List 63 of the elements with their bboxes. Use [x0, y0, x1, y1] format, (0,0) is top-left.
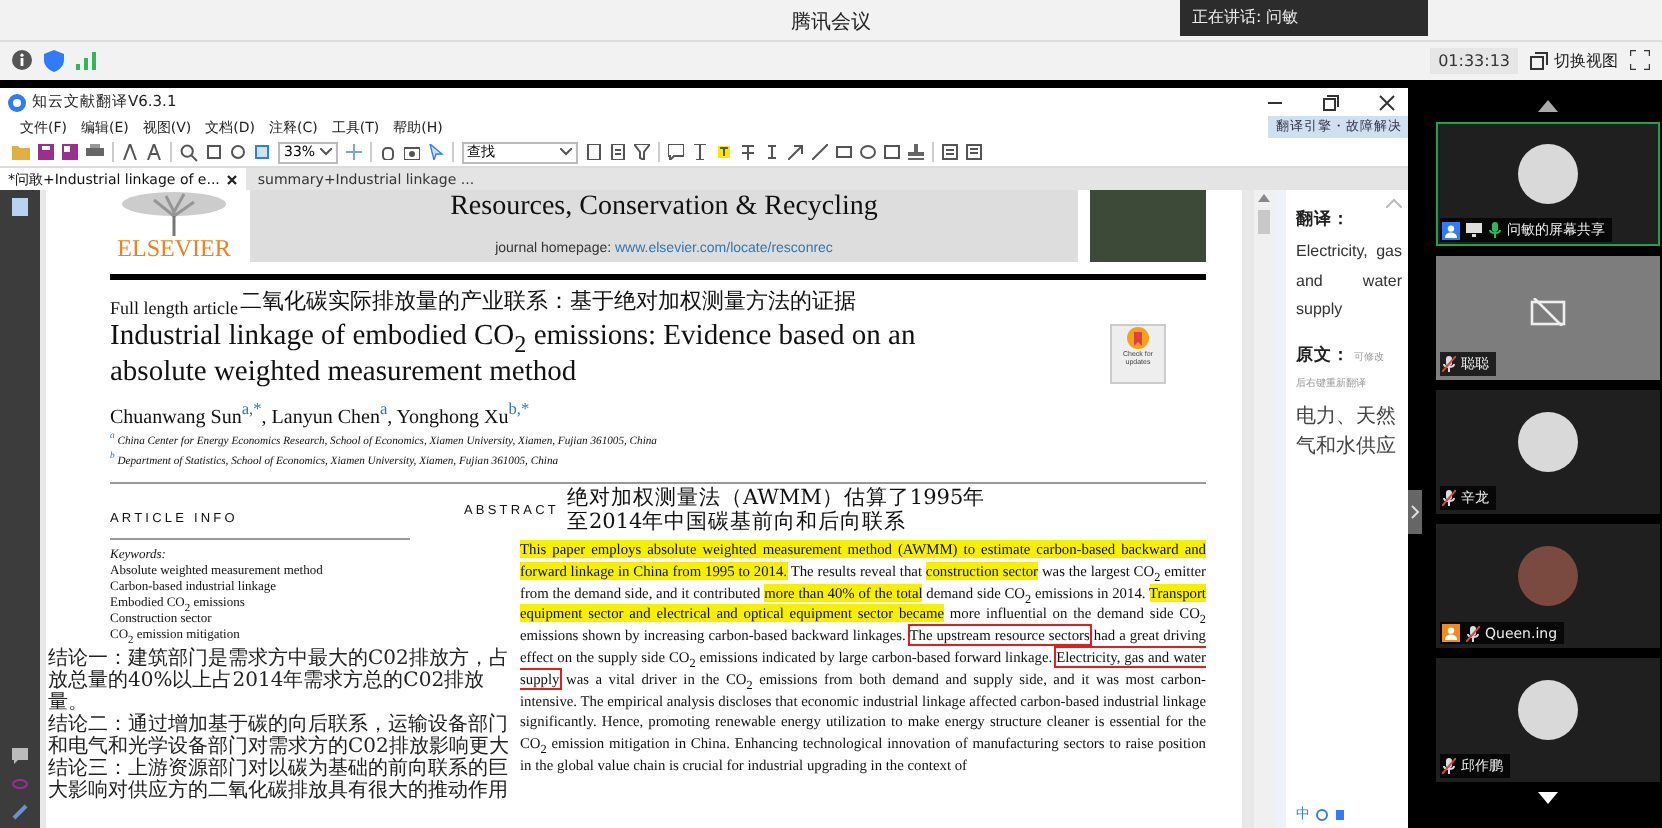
comment-icon[interactable] — [667, 144, 684, 160]
abstract-translation: 绝对加权测量法（AWMM）估算了1995年至2014年中国碳基前向和后向联系 — [566, 486, 987, 535]
save-all-icon[interactable] — [62, 144, 78, 160]
source-text-field[interactable]: 电力、天然气和水供应 — [1296, 401, 1402, 461]
text-tool-icon[interactable] — [122, 144, 138, 160]
speaking-banner: 正在讲话: 问敏 — [1180, 0, 1428, 36]
fit-page-icon[interactable] — [254, 144, 270, 160]
meeting-timer: 01:33:13 — [1430, 47, 1518, 74]
translation-label: 翻译： — [1296, 208, 1352, 232]
avatar — [1517, 144, 1577, 204]
pointer-icon[interactable] — [427, 144, 444, 160]
scrollbar-thumb[interactable] — [1258, 210, 1270, 234]
fullscreen-icon[interactable] — [1630, 50, 1650, 71]
scroll-down-icon[interactable] — [1537, 792, 1557, 804]
window-title: 腾讯会议 — [791, 12, 871, 34]
translation-text: Electricity, gas and water supply — [1296, 240, 1402, 322]
journal-name: Resources, Conservation & Recycling — [450, 190, 878, 226]
photo-placeholder — [1090, 190, 1206, 262]
article-type: Full length article — [110, 298, 238, 318]
text-cursor-icon[interactable] — [763, 144, 780, 160]
text-tool-icon[interactable] — [146, 144, 162, 160]
camera-icon[interactable] — [403, 144, 420, 160]
stamp-icon[interactable] — [907, 144, 924, 160]
conclusion-note: 结论三：上游资源部门对以碳为基础的前向联系的巨大影响对供应方的二氧化碳排放具有很大的推动作用 — [48, 758, 510, 803]
highlighter-icon[interactable] — [715, 144, 732, 160]
save-icon[interactable] — [38, 144, 54, 160]
publisher-name: ELSEVIER — [117, 236, 231, 262]
close-icon[interactable] — [225, 173, 238, 185]
title-translation: 二氧化碳实际排放量的产业联系：基于绝对加权测量方法的证据 — [239, 290, 858, 312]
avatar — [1517, 680, 1577, 740]
app-logo-icon — [8, 93, 26, 111]
notes-icon[interactable] — [941, 144, 958, 160]
document-icon[interactable] — [609, 144, 626, 160]
comment-icon[interactable] — [12, 748, 28, 764]
strikethrough-icon[interactable] — [739, 144, 756, 160]
avatar — [1517, 412, 1577, 472]
dropdown-caret-icon[interactable] — [319, 148, 332, 156]
ellipse-icon[interactable] — [859, 144, 876, 160]
panel-toggle-icon[interactable] — [1408, 490, 1422, 534]
conclusion-note: 结论一：建筑部门是需求方中最大的C02排放方，占放总量的40%以上占2014年需求方总的C02排放量。 — [48, 648, 511, 715]
text-cursor-icon[interactable] — [691, 144, 708, 160]
zoom-icon[interactable] — [180, 143, 198, 161]
info-icon[interactable] — [12, 50, 32, 71]
switch-view-icon — [1530, 51, 1548, 70]
line-icon[interactable] — [811, 144, 828, 160]
source-label: 原文： — [1296, 343, 1350, 367]
close-icon[interactable] — [1378, 93, 1396, 111]
scroll-up-icon[interactable] — [1537, 100, 1557, 112]
camera-off-icon — [1529, 298, 1565, 326]
shield-icon[interactable] — [44, 49, 64, 72]
print-icon[interactable] — [86, 144, 104, 160]
notes-icon[interactable] — [965, 144, 982, 160]
document-icon[interactable] — [585, 144, 602, 160]
conclusion-note: 结论二：通过增加基于碳的向后联系，运输设备部门和电气和光学设备部门对需求方的C02排放影响更大 — [48, 714, 511, 759]
article-title: Industrial linkage of embodied CO$_{2}$ emissions: Evidence based on an absolute weighted measurement method — [110, 318, 918, 390]
rectangle-icon[interactable] — [835, 144, 852, 160]
arrow-icon[interactable] — [787, 144, 804, 160]
author-list: Chuanwang Sun$^{a,*}$, Lanyun Chen$^{a}$, Yonghong Xu$^{b,*}$ — [110, 396, 530, 431]
restore-icon[interactable] — [1322, 93, 1340, 111]
switch-view-button[interactable]: 切换视图 — [1530, 49, 1618, 72]
dropdown-caret-icon[interactable] — [559, 148, 572, 156]
filter-icon[interactable] — [633, 144, 650, 160]
photo-placeholder — [1517, 546, 1577, 606]
